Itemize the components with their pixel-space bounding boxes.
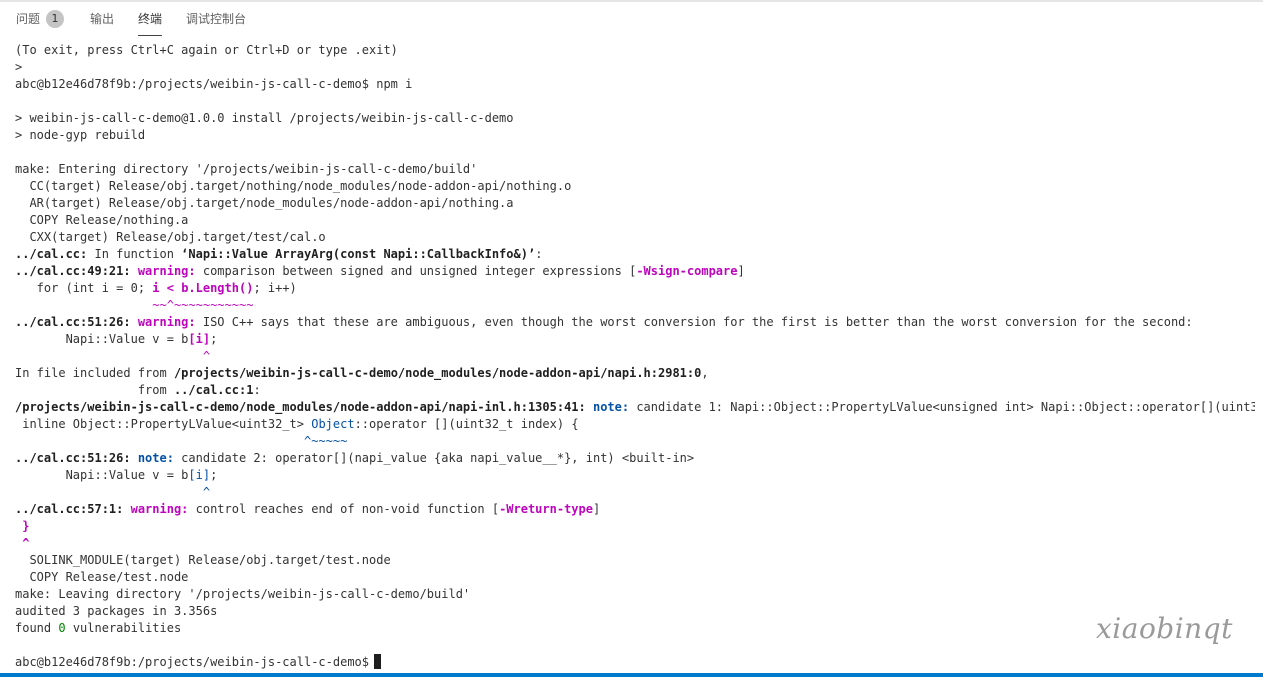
code-highlight: Object — [311, 417, 355, 431]
terminal-line: ^ — [15, 485, 211, 499]
code-text: ::operator [](uint32_t index) { — [354, 417, 579, 431]
plain-text: control reaches end of non-void function… — [195, 502, 500, 516]
terminal-line: ../cal.cc:51:26: note: candidate 2: oper… — [15, 450, 1255, 467]
warning-flag: -Wreturn-type — [499, 502, 593, 516]
code-text: ; i++) — [253, 281, 297, 295]
shell-prompt: abc@b12e46d78f9b:/projects/weibin-js-cal… — [15, 655, 370, 669]
tab-output[interactable]: 输出 — [90, 2, 114, 36]
plain-text: vulnerabilities — [65, 621, 182, 635]
file-ref: ../cal.cc:57:1: — [15, 502, 124, 516]
terminal-line: (To exit, press Ctrl+C again or Ctrl+D o… — [15, 43, 398, 57]
terminal-line: abc@b12e46d78f9b:/projects/weibin-js-cal… — [15, 77, 413, 91]
file-ref: ../cal.cc: — [15, 247, 88, 261]
watermark: xiaobinqt — [1096, 612, 1233, 645]
plain-text: , — [701, 366, 709, 380]
terminal-line: from ../cal.cc:1: — [15, 382, 1255, 399]
terminal-line: CC(target) Release/obj.target/nothing/no… — [15, 179, 572, 193]
tab-debug-console[interactable]: 调试控制台 — [186, 2, 246, 36]
warning-label: warning: — [130, 315, 203, 329]
note-label: note: — [130, 451, 182, 465]
tab-terminal-label: 终端 — [138, 12, 163, 26]
tab-problems-label: 问题 — [16, 12, 41, 26]
terminal-line: } — [15, 519, 30, 533]
terminal-line: make: Entering directory '/projects/weib… — [15, 162, 478, 176]
tab-debug-console-label: 调试控制台 — [186, 12, 247, 26]
plain-text: from — [15, 383, 174, 397]
code-text: Napi::Value v = b — [15, 332, 189, 346]
function-signature: ‘Napi::Value ArrayArg(const Napi::Callba… — [181, 247, 536, 261]
terminal-line: audited 3 packages in 3.356s — [15, 604, 218, 618]
terminal-prompt-line[interactable]: abc@b12e46d78f9b:/projects/weibin-js-cal… — [15, 654, 1255, 671]
terminal-line: ^ — [15, 349, 211, 363]
terminal-line: ../cal.cc: In function ‘Napi::Value Arra… — [15, 246, 1255, 263]
terminal-line: ../cal.cc:49:21: warning: comparison bet… — [15, 263, 1255, 280]
file-ref: /projects/weibin-js-call-c-demo/node_mod… — [15, 400, 586, 414]
terminal-line: CXX(target) Release/obj.target/test/cal.… — [15, 230, 326, 244]
plain-text: found — [15, 621, 59, 635]
terminal-line: AR(target) Release/obj.target/node_modul… — [15, 196, 514, 210]
warning-label: warning: — [130, 264, 203, 278]
code-highlight: b.Length() — [181, 281, 254, 295]
terminal-line: COPY Release/nothing.a — [15, 213, 189, 227]
code-text: for (int i = 0; — [15, 281, 153, 295]
terminal-line: ^~~~~~ — [15, 434, 348, 448]
file-ref: /projects/weibin-js-call-c-demo/node_mod… — [173, 366, 702, 380]
terminal-line: Napi::Value v = b[i]; — [15, 331, 1255, 348]
terminal-line: ~~^~~~~~~~~~~~ — [15, 298, 254, 312]
plain-text: comparison between signed and unsigned i… — [202, 264, 637, 278]
terminal-output[interactable]: (To exit, press Ctrl+C again or Ctrl+D o… — [15, 42, 1255, 672]
plain-text: : — [253, 383, 261, 397]
warning-label: warning: — [123, 502, 196, 516]
terminal-line: found 0 vulnerabilities — [15, 620, 1255, 637]
status-bar-edge — [0, 673, 1263, 677]
terminal-line: > — [15, 60, 23, 74]
note-label: note: — [585, 400, 637, 414]
terminal-line: ^ — [15, 536, 30, 550]
code-text: Napi::Value v = b — [15, 468, 189, 482]
terminal-line: In file included from /projects/weibin-j… — [15, 365, 1255, 382]
plain-text: ] — [592, 502, 601, 516]
terminal-line: inline Object::PropertyLValue<uint32_t> … — [15, 416, 1255, 433]
code-highlight: [i] — [188, 332, 211, 346]
terminal-line: make: Leaving directory '/projects/weibi… — [15, 587, 471, 601]
vulnerability-count: 0 — [58, 621, 66, 635]
tab-terminal[interactable]: 终端 — [138, 2, 163, 36]
terminal-line: COPY Release/test.node — [15, 570, 189, 584]
tab-problems[interactable]: 问题 1 — [16, 2, 65, 36]
plain-text: candidate 1: Napi::Object::PropertyLValu… — [636, 400, 1255, 414]
tab-output-label: 输出 — [90, 12, 115, 26]
code-text: inline Object::PropertyLValue<uint32_t> — [15, 417, 312, 431]
terminal-line: > weibin-js-call-c-demo@1.0.0 install /p… — [15, 111, 514, 125]
vscode-panel: 问题 1 输出 终端 调试控制台 (To exit, press Ctrl+C a… — [0, 0, 1263, 677]
terminal-line: ../cal.cc:51:26: warning: ISO C++ says t… — [15, 314, 1255, 331]
code-highlight: [i] — [188, 468, 211, 482]
code-text: ; — [210, 468, 218, 482]
plain-text: In file included from — [15, 366, 174, 380]
file-ref: ../cal.cc:1 — [173, 383, 254, 397]
terminal-line: for (int i = 0; i < b.Length(); i++) — [15, 280, 1255, 297]
terminal-line: Napi::Value v = b[i]; — [15, 467, 1255, 484]
terminal-cursor — [374, 654, 382, 669]
code-text: ; — [210, 332, 218, 346]
terminal-line: > node-gyp rebuild — [15, 128, 146, 142]
terminal-line: SOLINK_MODULE(target) Release/obj.target… — [15, 553, 391, 567]
plain-text: ] — [737, 264, 745, 278]
plain-text: In function — [87, 247, 182, 261]
terminal-line: /projects/weibin-js-call-c-demo/node_mod… — [15, 399, 1255, 416]
plain-text: ISO C++ says that these are ambiguous, e… — [202, 315, 1193, 329]
plain-text: : — [535, 247, 543, 261]
code-highlight: i < — [152, 281, 182, 295]
file-ref: ../cal.cc:49:21: — [15, 264, 131, 278]
plain-text: candidate 2: operator[](napi_value {aka … — [181, 451, 695, 465]
problems-count-badge: 1 — [46, 10, 65, 28]
warning-flag: -Wsign-compare — [636, 264, 738, 278]
file-ref: ../cal.cc:51:26: — [15, 315, 131, 329]
file-ref: ../cal.cc:51:26: — [15, 451, 131, 465]
panel-tab-bar: 问题 1 输出 终端 调试控制台 — [0, 2, 1263, 38]
terminal-line: ../cal.cc:57:1: warning: control reaches… — [15, 501, 1255, 518]
